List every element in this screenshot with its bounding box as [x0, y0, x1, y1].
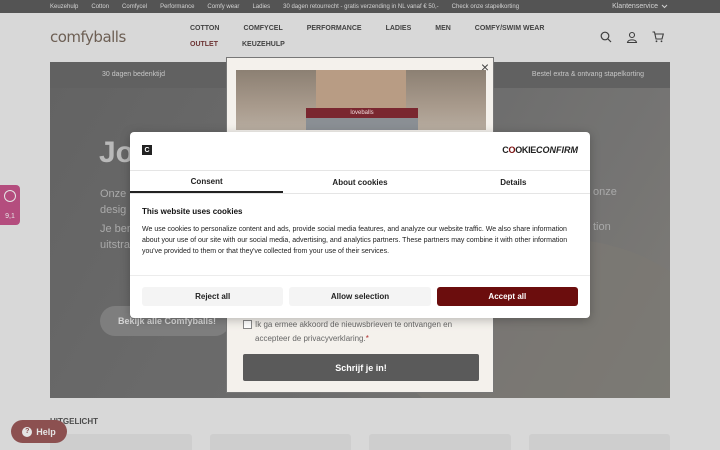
newsletter-image: loveballs	[236, 70, 486, 130]
divider	[130, 275, 590, 276]
reject-all-button[interactable]: Reject all	[142, 287, 284, 306]
tab-details[interactable]: Details	[437, 171, 590, 193]
subscribe-button[interactable]: Schrijf je in!	[243, 354, 479, 381]
cookie-consent-dialog: C COOKIECONFIRM Consent About cookies De…	[130, 132, 590, 318]
accept-all-button[interactable]: Accept all	[436, 287, 578, 306]
tab-consent[interactable]: Consent	[130, 171, 284, 193]
newsletter-consent-label: Ik ga ermee akkoord de nieuwsbrieven te …	[255, 320, 453, 343]
model-underwear	[306, 118, 418, 130]
waistband-text: loveballs	[306, 108, 418, 118]
cookieconfirm-logo-icon: C	[142, 145, 152, 155]
cookie-heading: This website uses cookies	[142, 207, 243, 216]
cookie-tabs: Consent About cookies Details	[130, 170, 590, 194]
cookie-description: We use cookies to personalize content an…	[142, 226, 568, 255]
cookieconfirm-brand: COOKIECONFIRM	[502, 145, 578, 155]
model-torso	[316, 70, 406, 110]
newsletter-consent-checkbox[interactable]	[243, 320, 252, 329]
cookie-actions: Reject all Allow selection Accept all	[142, 287, 578, 306]
tab-about-cookies[interactable]: About cookies	[283, 171, 436, 193]
allow-selection-button[interactable]: Allow selection	[289, 287, 431, 306]
